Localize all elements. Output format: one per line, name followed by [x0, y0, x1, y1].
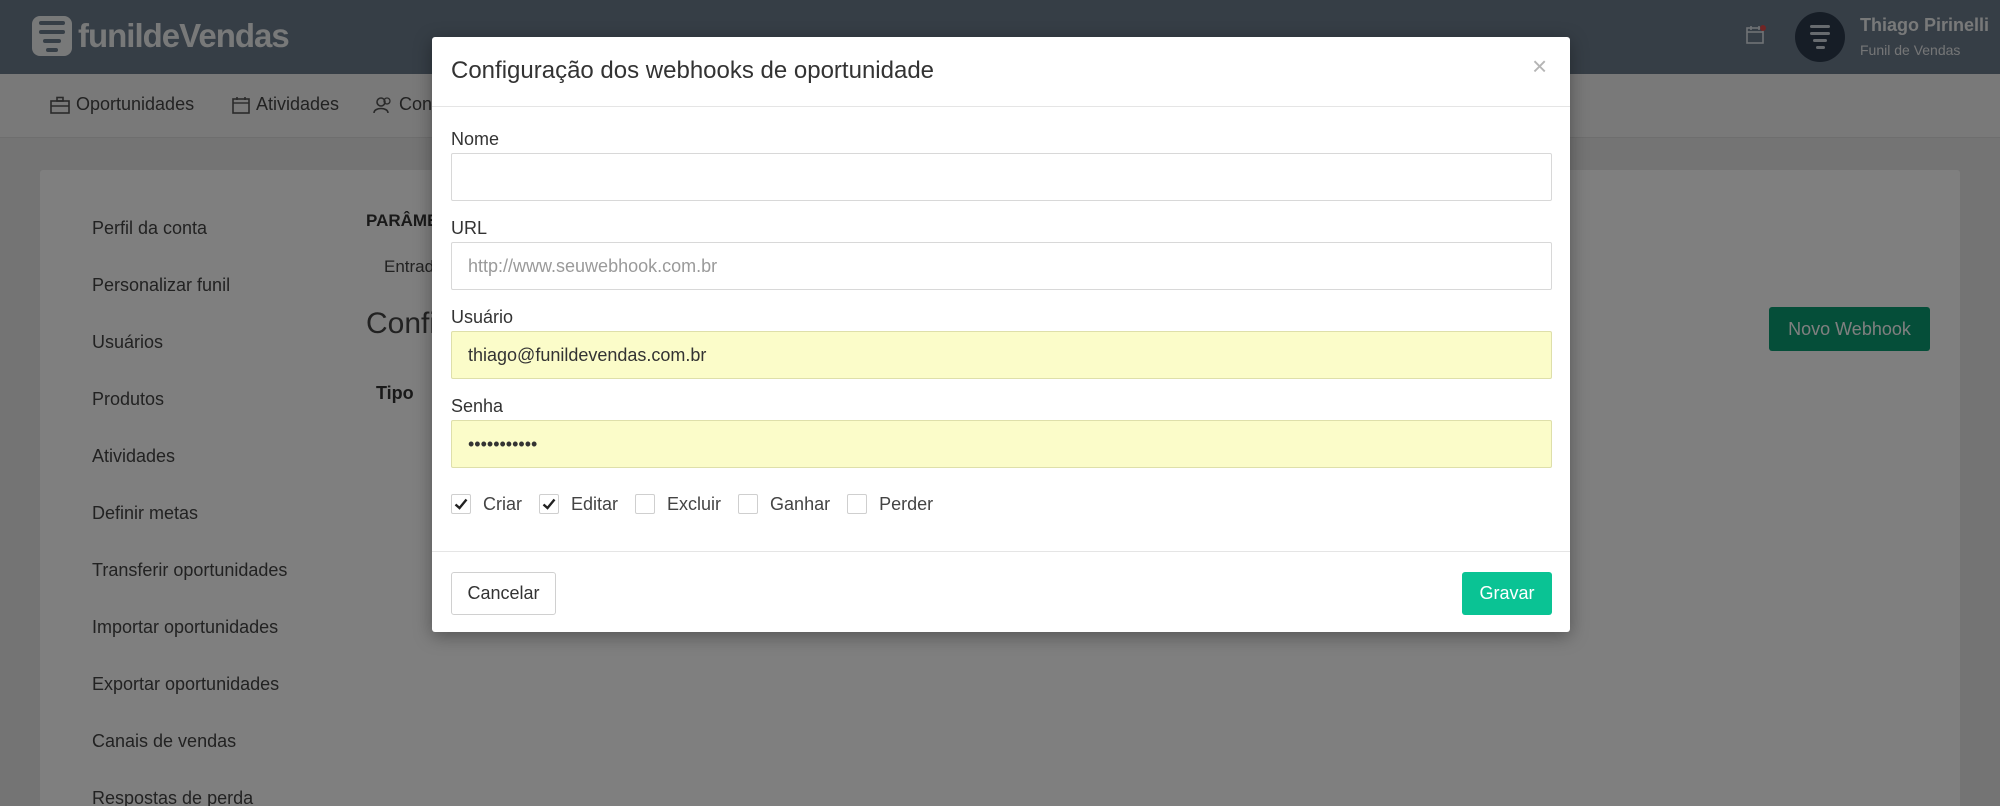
cancel-button[interactable]: Cancelar [451, 572, 556, 615]
checkbox-label: Editar [571, 493, 619, 514]
nome-input[interactable] [451, 153, 1552, 201]
modal-header: Configuração dos webhooks de oportunidad… [432, 37, 1570, 107]
url-label: URL [451, 218, 488, 238]
event-checkboxes: Criar Editar Excluir Ganhar Perder [451, 491, 950, 517]
checkbox-label: Excluir [667, 493, 722, 514]
checkbox-box[interactable] [847, 494, 868, 514]
checkbox-perder[interactable]: Perder [847, 494, 933, 515]
checkbox-box[interactable] [539, 494, 559, 514]
modal-title: Configuração dos webhooks de oportunidad… [451, 57, 935, 84]
senha-input[interactable] [451, 420, 1552, 468]
checkbox-excluir[interactable]: Excluir [635, 494, 721, 515]
webhook-config-modal: Configuração dos webhooks de oportunidad… [432, 37, 1570, 632]
checkbox-criar[interactable]: Criar [451, 494, 522, 515]
modal-footer: Cancelar Gravar [432, 551, 1570, 632]
checkmark-icon [542, 498, 556, 510]
checkbox-ganhar[interactable]: Ganhar [738, 494, 830, 515]
usuario-label: Usuário [451, 307, 514, 327]
senha-label: Senha [451, 396, 504, 416]
checkbox-box[interactable] [738, 494, 759, 514]
checkbox-box[interactable] [451, 494, 471, 514]
close-icon[interactable]: × [1532, 51, 1547, 82]
checkmark-icon [454, 498, 468, 510]
nome-label: Nome [451, 129, 500, 149]
checkbox-label: Criar [483, 493, 522, 514]
save-button[interactable]: Gravar [1462, 572, 1552, 615]
checkbox-box[interactable] [635, 494, 656, 514]
checkbox-editar[interactable]: Editar [539, 494, 618, 515]
usuario-input[interactable] [451, 331, 1552, 379]
checkbox-label: Perder [879, 493, 934, 514]
checkbox-label: Ganhar [770, 493, 831, 514]
url-input[interactable] [451, 242, 1552, 290]
